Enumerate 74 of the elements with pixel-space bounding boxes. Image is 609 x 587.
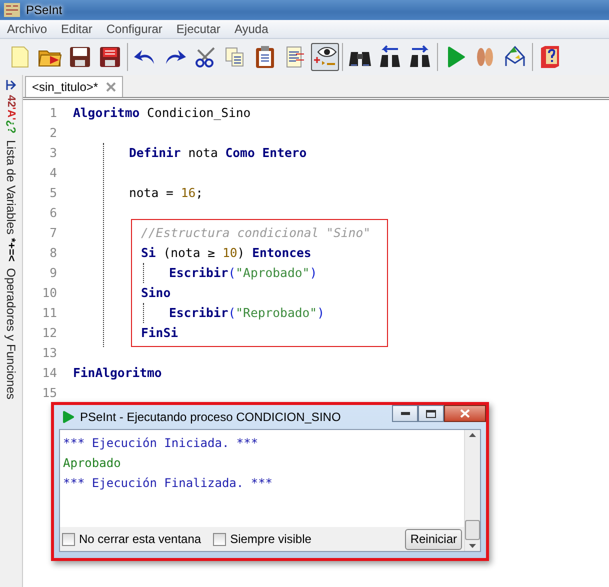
clipboard-icon: [254, 45, 276, 69]
code-line: FinAlgoritmo: [73, 365, 163, 382]
checkbox[interactable]: [62, 532, 75, 546]
side-panel-tab[interactable]: Operadores y Funciones: [4, 268, 18, 400]
code-line: Escribir("Reprobado"): [169, 305, 326, 322]
maximize-button[interactable]: [418, 405, 444, 422]
minimize-icon: [400, 412, 410, 415]
checkbox-label: No cerrar esta ventana: [79, 532, 202, 546]
maximize-icon: [426, 410, 436, 418]
window-title: PSeInt: [26, 3, 62, 17]
line-number: 9: [48, 265, 57, 282]
variables-icon: [5, 79, 17, 91]
new-file-icon: [9, 45, 31, 69]
code-line: Definir nota Como Entero: [129, 145, 308, 162]
code-line: Si (nota ≥ 10) Entonces: [141, 245, 312, 262]
line-number: 15: [41, 385, 57, 402]
line-number: 12: [41, 325, 57, 342]
line-number: 6: [48, 205, 57, 222]
document-lines-icon: [284, 45, 306, 69]
flowchart-icon: [503, 45, 527, 69]
menu-item[interactable]: Ayuda: [227, 22, 276, 36]
console-line: Aprobado: [62, 455, 122, 472]
help-icon: [539, 45, 561, 69]
copy-icon: [224, 46, 246, 68]
code-line: FinSi: [141, 325, 180, 342]
code-line: //Estructura condicional "Sino": [141, 225, 371, 242]
panel-icon-text: ¿?: [5, 120, 17, 134]
scroll-up-icon[interactable]: [469, 433, 476, 437]
close-icon: [460, 409, 470, 418]
line-number: 13: [41, 345, 57, 362]
line-number: 3: [48, 145, 57, 162]
scroll-down-icon[interactable]: [469, 544, 476, 548]
close-icon[interactable]: [106, 82, 116, 92]
scissors-icon: [194, 46, 216, 68]
line-number: 11: [41, 305, 57, 322]
minimize-button[interactable]: [392, 405, 418, 422]
code-line: Algoritmo Condicion_Sino: [73, 105, 252, 122]
panel-icon-text: 'A': [5, 107, 17, 120]
toolbar-button[interactable]: [311, 43, 339, 71]
app-icon: [4, 3, 20, 17]
binoculars-back-icon: [378, 45, 402, 69]
binoculars-forward-icon: [408, 45, 432, 69]
code-line: Escribir("Aprobado"): [169, 265, 318, 282]
run-icon: [62, 411, 74, 423]
line-number: 1: [48, 105, 57, 122]
line-number: 5: [48, 185, 57, 202]
console-line: *** Ejecución Finalizada. ***: [62, 475, 274, 492]
line-number: 8: [48, 245, 57, 262]
save-as-icon: [99, 46, 121, 68]
footprints-icon: [474, 45, 496, 69]
checkbox[interactable]: [213, 532, 226, 546]
scrollbar[interactable]: [464, 430, 480, 551]
line-number: 10: [41, 285, 57, 302]
code-line: nota = 16;: [129, 185, 204, 202]
line-number: 4: [48, 165, 57, 182]
side-panel-tab[interactable]: Lista de Variables: [4, 140, 18, 234]
editor-tab[interactable]: <sin_titulo>*: [25, 76, 124, 97]
console-line: *** Ejecución Iniciada. ***: [62, 435, 260, 452]
line-number: 7: [48, 225, 57, 242]
close-button[interactable]: [444, 405, 486, 422]
code-line: Sino: [141, 285, 172, 302]
menu-item[interactable]: Configurar: [99, 22, 170, 36]
line-number: 2: [48, 125, 57, 142]
menu-item[interactable]: Ejecutar: [169, 22, 228, 36]
menu-item[interactable]: Editar: [54, 22, 100, 36]
dialog-title: PSeInt - Ejecutando proceso CONDICION_SINO: [80, 410, 342, 424]
panel-icon-text: *+=<: [5, 238, 17, 262]
panel-icon-text: 42: [5, 95, 17, 108]
restart-button[interactable]: Reiniciar: [405, 528, 462, 550]
menu-item[interactable]: Archivo: [0, 22, 54, 36]
save-icon: [69, 46, 91, 68]
line-number: 14: [41, 365, 57, 382]
scroll-thumb[interactable]: [465, 520, 480, 540]
checkbox-label: Siempre visible: [230, 532, 312, 546]
